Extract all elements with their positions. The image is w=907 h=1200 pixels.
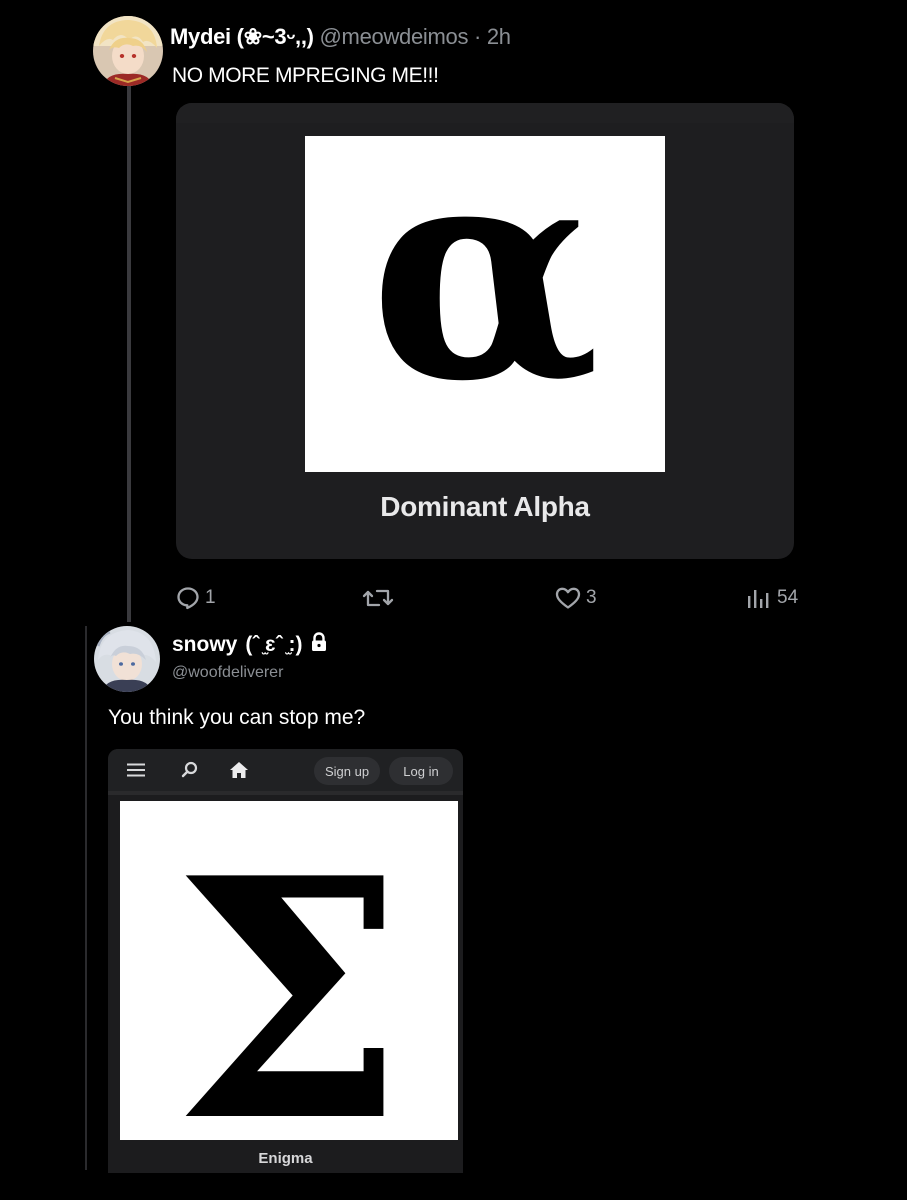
author-handle[interactable]: @meowdeimos (320, 24, 469, 49)
sigma-symbol: Σ (172, 806, 405, 1173)
signup-button[interactable]: Sign up (314, 757, 380, 785)
reply-button[interactable]: 1 (176, 584, 216, 612)
embedded-nav-bar: Sign up Log in (108, 749, 463, 791)
lock-icon (310, 632, 328, 658)
reply-author-kaomoji: (ˆ ̫ɛˆ ̫:) (245, 633, 303, 656)
alpha-symbol: α (370, 136, 601, 447)
reply-count: 1 (205, 587, 216, 608)
embedded-page-card[interactable]: Sign up Log in Σ Enigma (108, 749, 463, 1173)
heart-icon (555, 587, 581, 609)
speech-bubble-icon (177, 587, 199, 610)
views-button[interactable]: 54 (746, 584, 798, 612)
media-card[interactable]: α Dominant Alpha (176, 103, 794, 559)
like-count: 3 (586, 587, 597, 608)
embedded-caption: Enigma (258, 1150, 313, 1167)
avatar[interactable] (93, 16, 163, 86)
media-card-topbar (176, 103, 794, 123)
reply-author-name[interactable]: snowy (172, 633, 237, 657)
search-icon[interactable] (180, 760, 200, 785)
like-button[interactable]: 3 (555, 584, 597, 612)
tweet-text: NO MORE MPREGING ME!!! (172, 64, 439, 87)
bar-chart-icon (748, 590, 769, 608)
login-button[interactable]: Log in (389, 757, 453, 785)
retweet-button[interactable] (362, 584, 394, 612)
author-name[interactable]: Mydei (170, 24, 231, 49)
reply-author-handle[interactable]: @woofdeliverer (172, 664, 283, 682)
thread-connector-line (127, 86, 131, 622)
author-kaomoji: (❀~3ᵕ,,) (236, 24, 314, 49)
hamburger-menu-icon[interactable] (126, 760, 146, 785)
reply-text: You think you can stop me? (108, 706, 366, 729)
tweet-header: Mydei (❀~3ᵕ,,) @meowdeimos · 2h (170, 24, 511, 50)
media-caption: Dominant Alpha (380, 491, 590, 522)
timestamp[interactable]: 2h (487, 24, 511, 49)
nav-divider (108, 791, 463, 795)
view-count: 54 (777, 587, 799, 608)
retweet-icon (362, 589, 394, 607)
embedded-image[interactable]: Σ (120, 801, 458, 1173)
meta-separator: · (473, 24, 481, 49)
avatar[interactable] (94, 626, 160, 692)
media-image[interactable]: α (305, 136, 665, 472)
reply-quote-line (85, 626, 87, 1170)
home-icon[interactable] (228, 760, 250, 785)
reply-author-row: snowy (ˆ ̫ɛˆ ̫:) (172, 632, 328, 658)
